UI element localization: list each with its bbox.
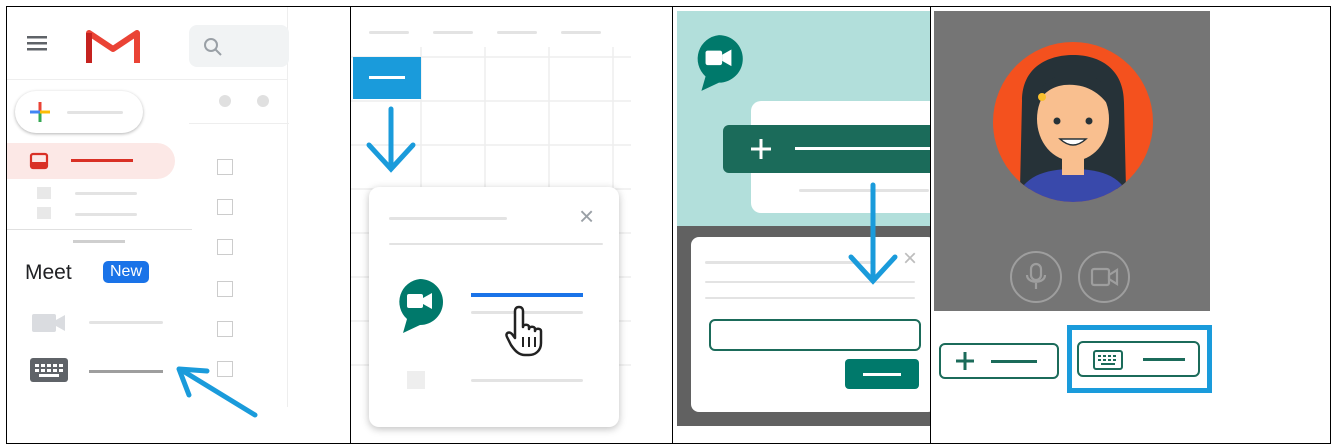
- preview-panel: [930, 6, 1331, 444]
- new-meeting-button[interactable]: [939, 343, 1059, 379]
- calendar-panel: ×: [350, 6, 673, 444]
- close-icon[interactable]: ×: [903, 245, 917, 273]
- gmail-window: Meet New: [7, 7, 289, 407]
- meet-home-panel: ×: [672, 6, 931, 444]
- avatar: [990, 39, 1156, 210]
- video-camera-icon: [32, 314, 65, 332]
- meet-section-title: Meet: [25, 261, 72, 284]
- microphone-icon: [1025, 262, 1047, 289]
- microphone-button[interactable]: [1010, 251, 1062, 303]
- gmail-panel: Meet New: [6, 6, 351, 444]
- highlight-box: [1067, 325, 1212, 393]
- search-icon: [204, 38, 222, 56]
- sidebar-item-inbox[interactable]: [7, 143, 175, 179]
- start-meeting-button[interactable]: [723, 125, 930, 173]
- join-with-code-button[interactable]: [1077, 341, 1200, 377]
- keyboard-icon: [1093, 350, 1123, 370]
- google-meet-icon: [395, 277, 445, 340]
- search-input[interactable]: [189, 25, 289, 67]
- down-arrow-icon: [848, 182, 898, 285]
- google-meet-icon: [693, 33, 745, 98]
- compose-plus-icon: [30, 102, 50, 122]
- join-button[interactable]: [845, 359, 919, 389]
- hand-pointer-icon: [505, 303, 551, 362]
- new-meeting-item[interactable]: [31, 311, 67, 340]
- close-icon[interactable]: ×: [579, 201, 594, 232]
- meeting-code-input[interactable]: [709, 319, 921, 351]
- calendar-event[interactable]: [353, 57, 421, 99]
- compose-button[interactable]: [15, 91, 143, 133]
- plus-icon: [956, 352, 974, 370]
- camera-preview: [934, 11, 1210, 311]
- event-dialog: ×: [369, 187, 619, 427]
- pointer-arrow-icon: [176, 366, 258, 418]
- gmail-logo-icon[interactable]: [85, 25, 141, 70]
- join-meet-link[interactable]: [471, 293, 583, 297]
- camera-icon: [1090, 267, 1119, 287]
- join-meeting-item[interactable]: [29, 357, 69, 388]
- menu-icon[interactable]: [25, 33, 49, 58]
- down-arrow-icon: [366, 106, 416, 173]
- new-badge: New: [103, 261, 150, 283]
- camera-button[interactable]: [1078, 251, 1130, 303]
- plus-icon: [751, 139, 771, 159]
- inbox-icon: [29, 152, 49, 170]
- keyboard-icon: [30, 358, 68, 382]
